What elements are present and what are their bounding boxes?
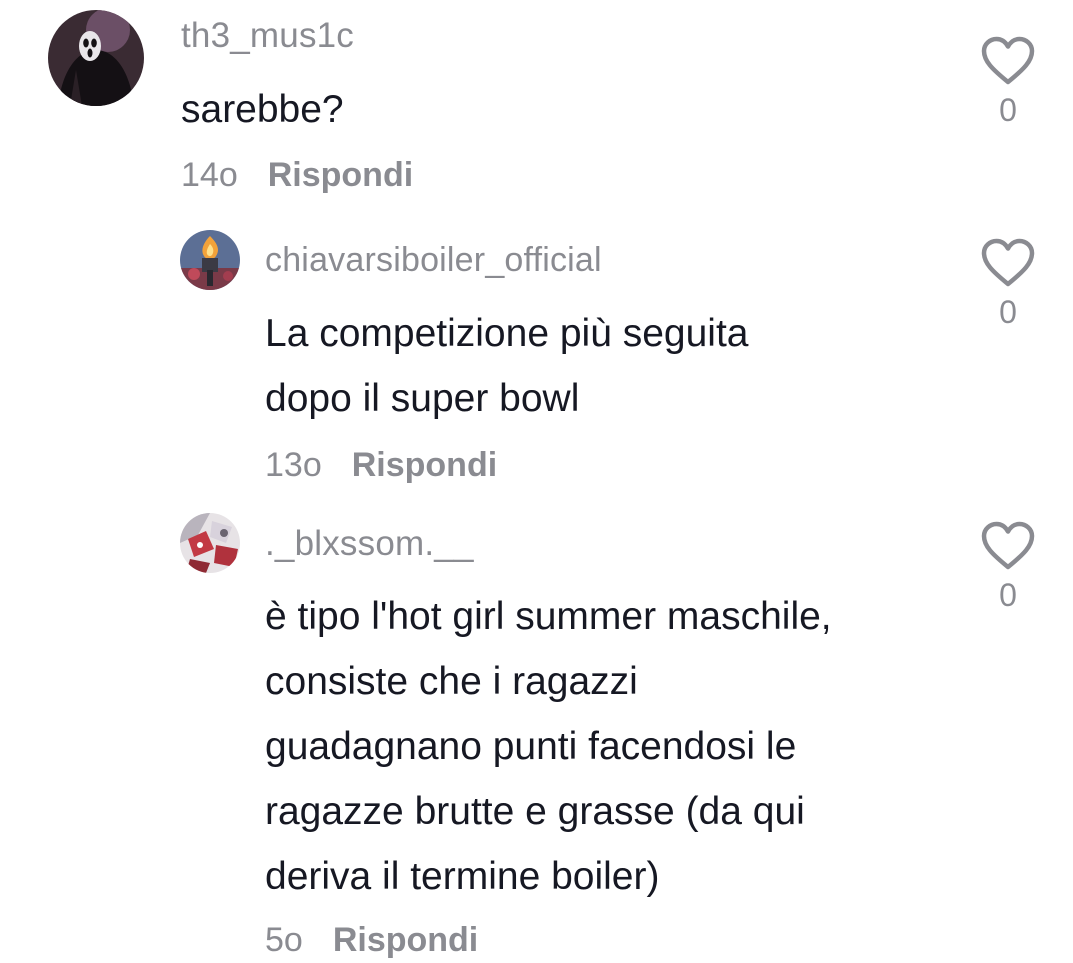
comment-text: La competizione più seguita dopo il supe… [265, 301, 748, 431]
like-count: 0 [999, 92, 1017, 128]
comment-text-line: La competizione più seguita [265, 312, 749, 355]
avatar[interactable] [180, 513, 240, 573]
avatar[interactable] [180, 230, 240, 290]
collage-avatar-icon [180, 513, 240, 573]
comment-meta: 5o Rispondi [265, 921, 478, 960]
heart-outline-icon [981, 238, 1035, 287]
comment-meta: 13o Rispondi [265, 446, 497, 485]
comment-timestamp: 14o [181, 156, 238, 194]
comment-text-line: è tipo l'hot girl summer maschile, [265, 595, 832, 638]
comment-timestamp: 13o [265, 446, 322, 484]
comment-meta: 14o Rispondi [181, 156, 413, 195]
comment-text-line: guadagnano punti facendosi le [265, 725, 797, 768]
comment-text: sarebbe? [181, 77, 344, 142]
comment-text-line: sarebbe? [181, 88, 344, 131]
like-button[interactable]: 0 [978, 521, 1038, 614]
comment-text-line: dopo il super bowl [265, 377, 580, 420]
like-count: 0 [999, 577, 1017, 613]
reply-button[interactable]: Rispondi [333, 921, 478, 959]
comment-timestamp: 5o [265, 921, 303, 959]
reply-button[interactable]: Rispondi [352, 446, 497, 484]
reply-button[interactable]: Rispondi [268, 156, 413, 194]
heart-outline-icon [981, 36, 1035, 85]
comment-username[interactable]: chiavarsiboiler_official [265, 241, 602, 280]
comment-username[interactable]: ._blxssom.__ [265, 524, 474, 564]
comment-text-line: deriva il termine boiler) [265, 855, 660, 898]
ghostface-avatar-icon [48, 10, 144, 106]
like-button[interactable]: 0 [978, 36, 1038, 129]
torch-avatar-icon [180, 230, 240, 290]
comment-text-line: ragazze brutte e grasse (da qui [265, 790, 805, 833]
like-button[interactable]: 0 [978, 238, 1038, 331]
comment-text: è tipo l'hot girl summer maschile, consi… [265, 584, 832, 909]
avatar[interactable] [48, 10, 144, 106]
comment-username[interactable]: th3_mus1c [181, 16, 354, 56]
comment-text-line: consiste che i ragazzi [265, 660, 638, 703]
like-count: 0 [999, 294, 1017, 330]
heart-outline-icon [981, 521, 1035, 570]
